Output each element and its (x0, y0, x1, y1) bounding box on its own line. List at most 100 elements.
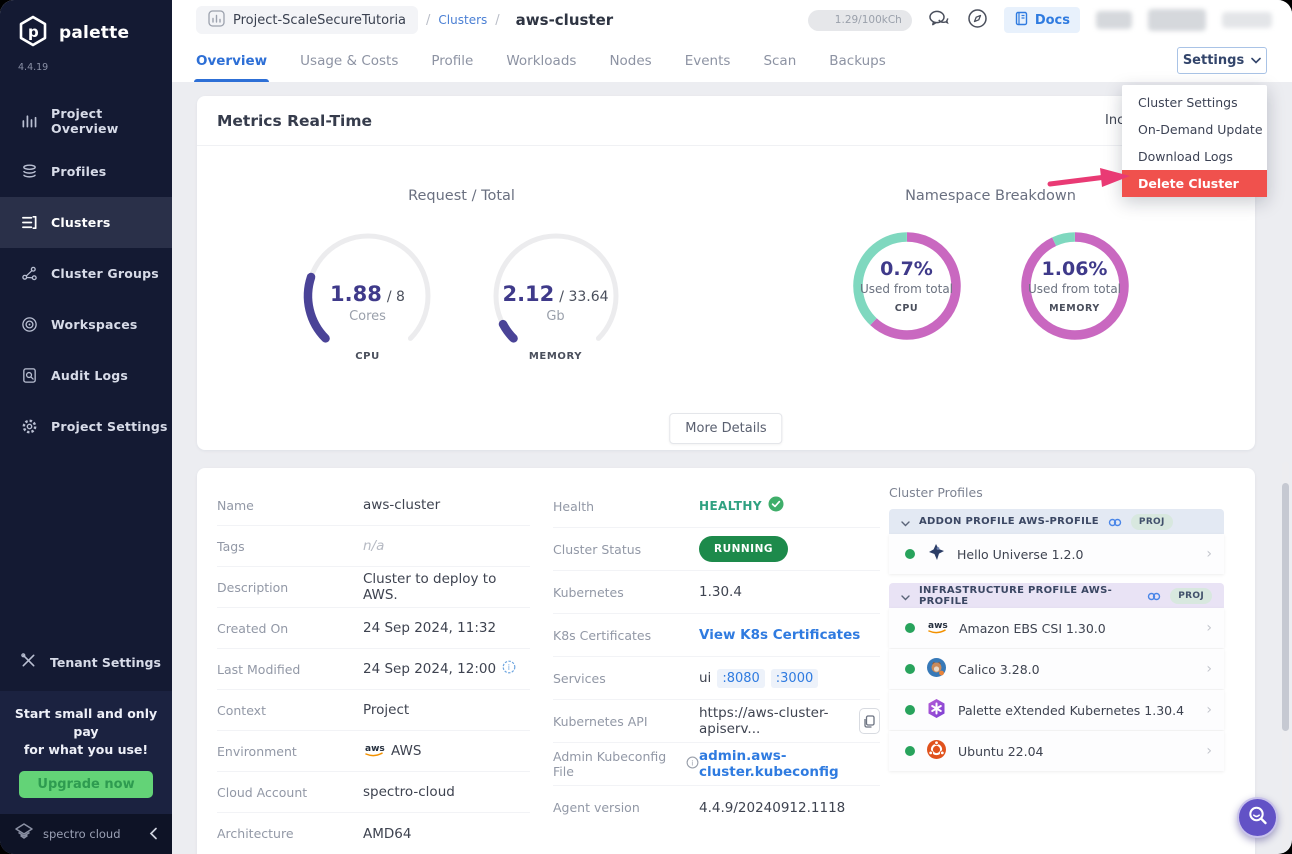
chevron-right-icon: › (1206, 702, 1212, 718)
namespace-cpu-donut: 0.7% Used from total CPU (849, 228, 965, 344)
sidebar-item-cluster-groups[interactable]: Cluster Groups (0, 248, 172, 299)
chevron-right-icon: › (1206, 620, 1212, 636)
scrollbar-thumb[interactable] (1282, 483, 1289, 731)
memory-gauge-label: MEMORY (486, 351, 626, 362)
service-port-link[interactable]: :8080 (717, 669, 764, 688)
menu-item-on-demand-update[interactable]: On-Demand Update (1122, 116, 1267, 143)
infrastructure-profile-group-header[interactable]: INFRASTRUCTURE PROFILE AWS-PROFILE PROJ (889, 583, 1224, 608)
tab-usage-costs[interactable]: Usage & Costs (300, 40, 398, 82)
profile-pack-row-amazon-ebs-csi[interactable]: aws Amazon EBS CSI 1.30.0 › (889, 608, 1224, 648)
sidebar-item-project-settings[interactable]: Project Settings (0, 401, 172, 452)
calico-icon (926, 657, 947, 682)
profile-pack-row-ubuntu[interactable]: Ubuntu 22.04 › (889, 731, 1224, 771)
sidebar-item-tenant-settings[interactable]: Tenant Settings (0, 643, 172, 683)
proj-scope-badge: PROJ (1131, 514, 1173, 530)
breadcrumb-clusters-link[interactable]: Clusters (438, 13, 487, 27)
sidebar-item-label: Cluster Groups (51, 266, 159, 281)
brand-block: p palette 4.4.19 (0, 0, 172, 77)
detail-row-name: Name aws-cluster (217, 485, 530, 526)
upgrade-promo: Start small and only pay for what you us… (0, 691, 172, 814)
link-icon (1108, 512, 1122, 531)
tab-events[interactable]: Events (685, 40, 731, 82)
tab-profile[interactable]: Profile (431, 40, 473, 82)
memory-used-value: 2.12 (502, 282, 554, 306)
pack-status-dot (905, 549, 915, 559)
profile-pack-row-hello-universe[interactable]: Hello Universe 1.2.0 › (889, 534, 1224, 574)
detail-row-cloud-account: Cloud Account spectro-cloud (217, 772, 530, 813)
search-fab-button[interactable] (1237, 797, 1278, 838)
project-chart-icon (208, 10, 225, 31)
pack-status-dot (905, 746, 915, 756)
settings-button[interactable]: Settings (1177, 47, 1267, 74)
breadcrumb-current-cluster: aws-cluster (516, 11, 614, 29)
info-icon[interactable]: i (686, 756, 699, 772)
profile-pack-row-calico[interactable]: Calico 3.28.0 › (889, 649, 1224, 689)
check-circle-icon (768, 496, 784, 516)
breadcrumb-separator: / (426, 13, 430, 28)
upgrade-now-button[interactable]: Upgrade now (19, 771, 152, 798)
promo-text: Start small and only pay for what you us… (10, 705, 162, 759)
tab-workloads[interactable]: Workloads (506, 40, 576, 82)
sidebar-collapse-icon[interactable] (149, 825, 158, 844)
gear-icon (20, 418, 38, 436)
settings-button-label: Settings (1183, 53, 1244, 68)
menu-item-cluster-settings[interactable]: Cluster Settings (1122, 89, 1267, 116)
breadcrumb-project: Project-ScaleSecureTutoria (233, 13, 406, 28)
request-total-title: Request / Total (408, 188, 515, 204)
sidebar-item-label: Clusters (51, 215, 110, 230)
top-bar: Project-ScaleSecureTutoria / Clusters / … (172, 0, 1292, 40)
copy-button[interactable] (859, 708, 880, 734)
sidebar-item-profiles[interactable]: Profiles (0, 146, 172, 197)
compass-icon (967, 8, 988, 32)
memory-unit: Gb (546, 309, 564, 324)
service-port-link[interactable]: :3000 (771, 669, 818, 688)
menu-item-download-logs[interactable]: Download Logs (1122, 143, 1267, 170)
support-button[interactable] (967, 8, 988, 32)
tab-nodes[interactable]: Nodes (609, 40, 651, 82)
redacted-block (1096, 11, 1132, 29)
tab-overview[interactable]: Overview (196, 40, 267, 82)
chat-button[interactable] (928, 9, 951, 32)
aws-logo-icon: aws (363, 742, 385, 761)
namespace-memory-label: MEMORY (1049, 303, 1100, 314)
chat-bubbles-icon (928, 9, 951, 32)
bar-chart-icon (20, 112, 38, 130)
cluster-profiles-panel: Cluster Profiles ADDON PROFILE AWS-PROFI… (889, 485, 1224, 780)
namespace-breakdown-title: Namespace Breakdown (905, 188, 1076, 204)
cpu-unit: Cores (349, 309, 386, 324)
tab-scan[interactable]: Scan (763, 40, 796, 82)
info-icon[interactable]: i (502, 660, 516, 678)
details-column-status: Health HEALTHY Cluster Status RUNNING Ku… (553, 485, 880, 829)
docs-button[interactable]: Docs (1004, 7, 1080, 33)
addon-profile-group-header[interactable]: ADDON PROFILE AWS-PROFILE PROJ (889, 509, 1224, 534)
sidebar-item-clusters[interactable]: Clusters (0, 197, 172, 248)
sidebar-item-workspaces[interactable]: Workspaces (0, 299, 172, 350)
chevron-down-icon (901, 586, 910, 605)
cluster-profiles-title: Cluster Profiles (889, 485, 1224, 500)
cpu-gauge: 1.88/ 8 Cores CPU (298, 226, 438, 366)
cpu-total-value: / 8 (387, 289, 405, 305)
tab-backups[interactable]: Backups (829, 40, 886, 82)
magnifier-smile-icon (1247, 805, 1269, 830)
sidebar-item-project-overview[interactable]: Project Overview (0, 95, 172, 146)
menu-item-delete-cluster[interactable]: Delete Cluster (1122, 170, 1267, 197)
sidebar-item-audit-logs[interactable]: Audit Logs (0, 350, 172, 401)
request-total-section: Request / Total 1.88/ 8 Cores CPU 2.12/ (197, 146, 726, 400)
breadcrumb-separator: / (495, 13, 499, 28)
sidebar-item-label: Profiles (51, 164, 106, 179)
kubeconfig-download-link[interactable]: admin.aws-cluster.kubeconfig (699, 748, 880, 780)
detail-row-cluster-status: Cluster Status RUNNING (553, 528, 880, 571)
detail-row-health: Health HEALTHY (553, 485, 880, 528)
app-window: p palette 4.4.19 Project Overview Profil… (0, 0, 1292, 854)
profile-pack-row-palette-extended-kubernetes[interactable]: Palette eXtended Kubernetes 1.30.4 › (889, 690, 1224, 730)
view-k8s-certificates-link[interactable]: View K8s Certificates (699, 627, 860, 643)
detail-row-kubernetes-api: Kubernetes API https://aws-cluster-apise… (553, 700, 880, 743)
more-details-button[interactable]: More Details (669, 413, 782, 444)
detail-row-k8s-certificates: K8s Certificates View K8s Certificates (553, 614, 880, 657)
detail-row-services: Services ui :8080 :3000 (553, 657, 880, 700)
app-version: 4.4.19 (18, 62, 156, 73)
details-column-general: Name aws-cluster Tags n/a Description Cl… (217, 485, 530, 854)
namespace-cpu-label: CPU (895, 303, 918, 314)
metrics-card-title: Metrics Real-Time (217, 112, 372, 130)
project-selector[interactable]: Project-ScaleSecureTutoria (196, 6, 418, 34)
